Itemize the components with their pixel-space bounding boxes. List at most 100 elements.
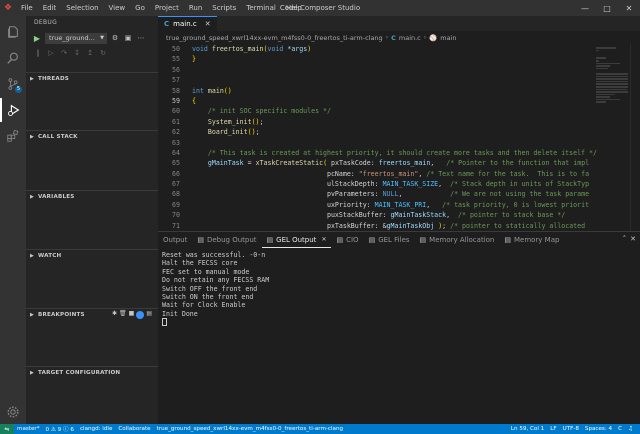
code-line[interactable]: 59 { [158,96,640,106]
breakpoints-section[interactable]: ▶ BREAKPOINTS ✱ 🗑 ■ ▤ [26,308,158,320]
continue-icon[interactable]: ▷ [46,49,56,57]
chevron-right-icon: › [423,34,427,41]
line-ending[interactable]: LF [547,426,559,432]
code-line[interactable]: 70 puxStackBuffer: gMainTaskStack, /* po… [158,210,640,220]
ccs-logo-icon: ❖ [3,3,13,13]
code-editor[interactable]: 50 void freertos_main(void *args) 55} 56 57 5… [158,44,640,231]
step-out-icon[interactable]: ↥ [85,49,95,57]
maximize-panel-icon[interactable]: ˄ [623,235,627,243]
terminal-icon[interactable]: ▣ [123,33,133,43]
active-project[interactable]: true_ground_speed_xwrl14xx-evm_m4fss0-0_… [154,426,346,432]
menu-selection[interactable]: Selection [61,0,103,16]
code-line[interactable]: 62 Board_init(); [158,127,640,137]
delete-icon[interactable]: 🗑 [119,310,127,319]
code-line[interactable]: 50 void freertos_main(void *args) [158,44,640,54]
tab-gel-output[interactable]: ▤ GEL Output ✕ [261,232,332,248]
add-breakpoint-icon[interactable]: ✱ [112,310,117,319]
close-icon[interactable]: ✕ [618,0,640,16]
code-text: System_init(); [207,117,264,126]
more-icon[interactable]: ⋯ [136,33,146,43]
tab-memory-allocation[interactable]: ▤ Memory Allocation [415,232,500,248]
menu-scripts[interactable]: Scripts [207,0,241,16]
search-icon[interactable] [0,46,26,70]
code-text: } [192,55,196,64]
code-line[interactable]: 65 gMainTask = xTaskCreateStatic( pxTask… [158,158,640,168]
encoding[interactable]: UTF-8 [560,426,582,432]
variables-section[interactable]: ▶ VARIABLES [26,190,158,202]
tab-main-c[interactable]: C main.c ✕ [158,16,217,31]
start-debugging-icon[interactable]: ▶ [32,33,42,43]
maximize-icon[interactable]: □ [596,0,618,16]
code-line[interactable]: 61 System_init(); [158,117,640,127]
menu-view[interactable]: View [104,0,131,16]
code-line[interactable]: 68 pvParameters: NULL, /* We are not usi… [158,189,640,199]
code-line[interactable]: 67 ulStackDepth: MAIN_TASK_SIZE, /* Stac… [158,179,640,189]
call-stack-section[interactable]: ▶ CALL STACK [26,130,158,142]
code-line[interactable]: 56 [158,65,640,75]
run-debug-icon[interactable] [0,98,26,122]
threads-section[interactable]: ▶ THREADS [26,72,158,84]
indentation[interactable]: Spaces: 4 [582,426,615,432]
toggle-breakpoints-icon[interactable] [136,311,145,319]
menu-go[interactable]: Go [130,0,150,16]
breadcrumb-symbol[interactable]: main [440,34,456,42]
menu-file[interactable]: File [16,0,38,16]
close-panel-icon[interactable]: ✕ [630,235,636,243]
collaborate-button[interactable]: Collaborate [115,426,153,432]
debug-config-row: ▶ true_ground... ▼ ⚙ ▣ ⋯ [26,30,158,46]
gel-output-console[interactable]: Reset was successful. -0-n Halt the FECS… [158,248,640,327]
menu-project[interactable]: Project [150,0,184,16]
debug-config-select[interactable]: true_ground... ▼ [45,32,107,44]
tab-cio[interactable]: ▤ CIO [331,232,363,248]
close-icon[interactable]: ✕ [321,236,326,243]
gear-icon[interactable]: ⚙ [110,33,120,43]
close-icon[interactable]: ✕ [205,20,211,28]
watch-section[interactable]: ▶ WATCH [26,249,158,261]
breadcrumb-file[interactable]: main.c [399,34,421,42]
tab-debug-output[interactable]: ▤ Debug Output [192,232,261,248]
tab-gel-files[interactable]: ▤ GEL Files [364,232,415,248]
code-line[interactable]: 63 [158,138,640,148]
line-number: 60 [172,107,180,116]
collapse-icon[interactable]: ▤ [146,310,152,319]
explorer-icon[interactable] [0,20,26,44]
console-cursor[interactable] [162,318,640,327]
settings-gear-icon[interactable] [0,400,26,424]
code-line[interactable]: 66 pcName: "freertos_main", /* Text name… [158,169,640,179]
breadcrumb-project[interactable]: true_ground_speed_xwrl14xx-evm_m4fss0-0_… [166,34,383,42]
minimize-icon[interactable]: — [574,0,596,16]
remote-icon[interactable]: ⇋ [0,424,14,434]
minimap[interactable] [596,46,630,126]
restart-icon[interactable]: ↻ [98,49,108,57]
tab-memory-map[interactable]: ▤ Memory Map [499,232,564,248]
code-line[interactable]: 64 /* This task is created at highest pr… [158,148,640,158]
extensions-icon[interactable] [0,124,26,148]
code-line[interactable]: 71 pxTaskBuffer: &gMainTaskObj ); /* poi… [158,221,640,231]
step-into-icon[interactable]: ↧ [72,49,82,57]
code-line[interactable]: 60 /* init SOC specific modules */ [158,106,640,116]
minimap-line [596,101,607,104]
source-control-icon[interactable]: 5 [0,72,26,96]
menu-run[interactable]: Run [184,0,207,16]
stop-icon[interactable]: ■ [129,310,135,319]
cursor-position[interactable]: Ln 59, Col 1 [508,426,547,432]
clangd-status[interactable]: clangd: idle [77,426,115,432]
language-mode[interactable]: C [615,426,625,432]
code-line[interactable]: 58 int main() [158,86,640,96]
minimap-line [596,85,629,88]
code-line[interactable]: 57 [158,75,640,85]
pause-icon[interactable]: ‖ [33,49,43,57]
problems-count[interactable]: 0 ⚠ 9 ⓘ 6 [43,425,77,433]
vertical-scrollbar[interactable] [630,44,640,231]
menu-edit[interactable]: Edit [38,0,62,16]
c-file-icon: C [391,33,396,42]
code-line[interactable]: 55} [158,54,640,64]
bell-icon[interactable]: ♫ [625,426,636,432]
target-configuration-section[interactable]: ▶ TARGET CONFIGURATION [26,366,158,378]
menu-terminal[interactable]: Terminal [241,0,281,16]
git-branch[interactable]: master* [14,426,43,432]
step-over-icon[interactable]: ↷ [59,49,69,57]
tab-output[interactable]: Output [158,232,192,248]
menu-help[interactable]: Help [281,0,307,16]
code-line[interactable]: 69 uxPriority: MAIN_TASK_PRI, /* task pr… [158,200,640,210]
